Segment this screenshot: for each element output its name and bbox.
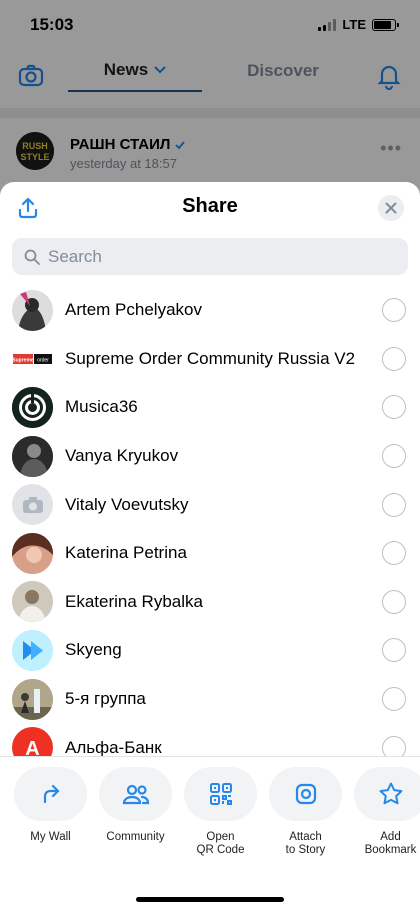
avatar: [12, 484, 53, 526]
action-label: Attach to Story: [285, 831, 326, 856]
contact-row-group5[interactable]: 5-я группа: [0, 675, 420, 724]
story-icon[interactable]: [269, 767, 342, 821]
avatar: [12, 581, 53, 623]
share-actions: My Wall Community Open QR Code Attach to…: [14, 767, 420, 857]
select-radio[interactable]: [382, 589, 406, 614]
search-bar[interactable]: [12, 238, 408, 275]
contact-row-ekaterina[interactable]: Ekaterina Rybalka: [0, 578, 420, 627]
search-icon: [24, 249, 40, 265]
select-radio[interactable]: [382, 541, 406, 566]
avatar: Supreme order: [12, 352, 53, 365]
close-icon: [385, 202, 397, 214]
contact-name: Vitaly Voevutsky: [65, 494, 189, 514]
contact-row-musica36[interactable]: Musica36: [0, 383, 420, 432]
contact-name: Альфа-Банк: [65, 737, 162, 757]
action-open-qr-code[interactable]: Open QR Code: [184, 767, 257, 857]
camera-placeholder-icon: [22, 496, 43, 513]
search-input[interactable]: [48, 246, 378, 267]
qr-code-icon[interactable]: [184, 767, 257, 821]
contact-name: Supreme Order Community Russia V2: [65, 348, 356, 368]
avatar: [12, 629, 53, 671]
contact-row-katerina[interactable]: Katerina Petrina: [0, 529, 420, 578]
svg-text:order: order: [37, 357, 49, 363]
contact-name: Musica36: [65, 397, 138, 417]
action-label: Open QR Code: [196, 831, 245, 856]
select-radio[interactable]: [382, 346, 406, 371]
share-sheet: Share Artem Pchelyakov Supremeorder Supr…: [0, 182, 420, 909]
select-radio[interactable]: [382, 395, 406, 420]
home-indicator: [136, 897, 284, 902]
action-label: Community: [106, 831, 165, 843]
select-radio[interactable]: [382, 444, 406, 469]
avatar: [12, 289, 53, 331]
action-label: My Wall: [30, 831, 71, 843]
action-attach-to-story[interactable]: Attach to Story: [269, 767, 342, 857]
sheet-header: Share: [0, 182, 420, 234]
contact-name: Ekaterina Rybalka: [65, 591, 203, 611]
contact-name: Artem Pchelyakov: [65, 300, 202, 320]
action-label: Add Bookmark: [364, 831, 417, 856]
contact-list: Artem Pchelyakov Supreme order Supreme Or…: [0, 286, 420, 772]
action-add-bookmark[interactable]: Add Bookmark: [354, 767, 420, 857]
contact-name: Katerina Petrina: [65, 543, 187, 563]
contact-row-vitaly[interactable]: Vitaly Voevutsky: [0, 480, 420, 529]
contact-row-artem[interactable]: Artem Pchelyakov: [0, 286, 420, 335]
select-radio[interactable]: [382, 687, 406, 712]
svg-text:Supreme: Supreme: [12, 357, 34, 363]
select-radio[interactable]: [382, 638, 406, 663]
users-icon[interactable]: [99, 767, 172, 821]
close-button[interactable]: [378, 195, 404, 221]
star-icon[interactable]: [354, 767, 420, 821]
avatar: [12, 435, 53, 477]
share-actions-bar: My Wall Community Open QR Code Attach to…: [0, 756, 420, 909]
contact-row-skyeng[interactable]: Skyeng: [0, 626, 420, 675]
action-community[interactable]: Community: [99, 767, 172, 857]
action-my-wall[interactable]: My Wall: [14, 767, 87, 857]
select-radio[interactable]: [382, 492, 406, 517]
share-arrow-icon[interactable]: [14, 767, 87, 821]
contact-name: 5-я группа: [65, 689, 146, 709]
select-radio[interactable]: [382, 298, 406, 323]
contact-row-supreme[interactable]: Supreme order Supreme Order Community Rus…: [0, 335, 420, 384]
sheet-title: Share: [182, 195, 238, 217]
contact-row-vanya[interactable]: Vanya Kryukov: [0, 432, 420, 481]
avatar: [12, 678, 53, 720]
contact-name: Skyeng: [65, 640, 122, 660]
avatar: [12, 532, 53, 574]
contact-name: Vanya Kryukov: [65, 446, 179, 466]
avatar: [12, 386, 53, 428]
